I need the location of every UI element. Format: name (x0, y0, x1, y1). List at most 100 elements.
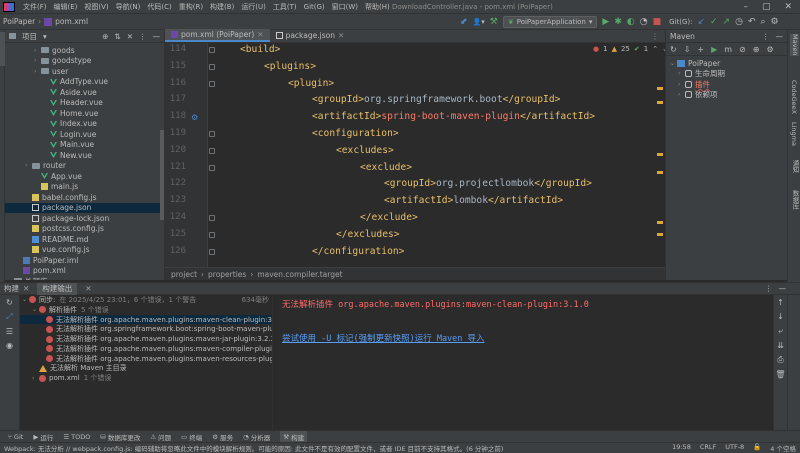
tree-file[interactable]: New.vue (5, 150, 164, 161)
close-icon[interactable]: ✕ (85, 284, 91, 293)
build-sync-row[interactable]: ⌄ 同步: 在 2025/4/25 23:01，6 个错误，1 个警告 634毫… (20, 295, 272, 305)
tree-folder[interactable]: › 外部库 (5, 276, 164, 280)
plugin-error-row[interactable]: 无法解析插件 org.apache.maven.plugins:maven-ja… (20, 334, 272, 344)
generate-sources-icon[interactable]: ⇩ (684, 45, 691, 54)
stop-icon[interactable]: ■ (653, 17, 662, 27)
error-stripe-mark[interactable] (657, 153, 663, 156)
menu-item[interactable]: 构建(B) (210, 2, 234, 12)
eye-icon[interactable]: ◉ (6, 341, 13, 350)
breadcrumb-project[interactable]: PoiPaper (3, 17, 35, 26)
tool-window-button[interactable]: ▶ 运行 (33, 432, 53, 442)
file-encoding[interactable]: UTF-8 (725, 443, 744, 453)
gutter-config-icon[interactable]: ⚙ (191, 113, 198, 122)
error-stripe-mark[interactable] (657, 171, 663, 174)
tool-window-button[interactable]: ⚒ 构建 (280, 430, 308, 443)
tool-window-button[interactable]: ◔ 分析器 (243, 432, 270, 442)
tool-window-button[interactable]: ⚠ 问题 (150, 432, 171, 442)
filter-icon[interactable]: ☰ (6, 327, 13, 336)
project-panel-title[interactable]: 项目 (22, 31, 37, 42)
menu-item[interactable]: 视图(V) (84, 2, 108, 12)
add-icon[interactable]: + (697, 45, 704, 54)
build-output-console[interactable]: 无法解析插件 org.apache.maven.plugins:maven-cl… (273, 295, 773, 430)
fold-marker-icon[interactable] (209, 131, 215, 137)
stripe-notifications[interactable]: 通知 (790, 160, 800, 173)
tab-package-json[interactable]: package.json ✕ (270, 29, 351, 42)
skip-tests-icon[interactable]: ⊕ (753, 45, 760, 54)
tree-file[interactable]: Index.vue (5, 119, 164, 130)
menu-item[interactable]: 文件(F) (23, 2, 47, 12)
fold-marker-icon[interactable] (209, 215, 215, 221)
locate-target-icon[interactable]: ⊕ (102, 32, 108, 41)
tab-build-output[interactable]: 构建输出 (37, 282, 78, 295)
menu-item[interactable]: 工具(T) (273, 2, 297, 12)
git-update-icon[interactable]: ↙ (697, 17, 705, 27)
caret-position[interactable]: 19:58 (672, 443, 691, 453)
maven-tree-plugins[interactable]: › 插件 (670, 79, 787, 90)
print-icon[interactable]: ⎙ (777, 355, 783, 365)
tree-file[interactable]: App.vue (5, 171, 164, 182)
reimport-with-u-link[interactable]: 尝试使用 -U 标记(强制更新快照)运行 Maven 导入 (282, 332, 485, 344)
user-icon[interactable]: 👤▾ (473, 18, 485, 26)
menu-item[interactable]: 窗口(W) (332, 2, 358, 12)
tool-window-button[interactable]: ⚙ 服务 (212, 432, 233, 442)
tree-file[interactable]: vue.config.js (5, 245, 164, 256)
search-icon[interactable]: ⌕ (761, 17, 766, 27)
arrow-up-icon[interactable]: ↑ (777, 298, 784, 307)
error-stripe-mark[interactable] (657, 87, 663, 90)
build-hammer-icon[interactable]: ⚒ (490, 17, 498, 27)
fold-marker-icon[interactable] (209, 147, 215, 154)
tree-file[interactable]: main.js (5, 182, 164, 193)
git-commit-icon[interactable]: ✓ (710, 17, 718, 27)
plugin-error-row[interactable]: 无法解析插件 org.apache.maven.plugins:maven-re… (20, 354, 272, 364)
menu-item[interactable]: 代码(C) (147, 2, 171, 12)
tree-folder[interactable]: › goodstype (5, 56, 164, 67)
menu-item[interactable]: 帮助(H) (365, 2, 390, 12)
options-icon[interactable]: ⋮ (765, 284, 773, 293)
debug-icon[interactable]: ✱ (614, 17, 622, 27)
tree-file[interactable]: Main.vue (5, 140, 164, 151)
toggle-offline-icon[interactable]: ⊘ (739, 45, 746, 54)
lock-icon[interactable]: 🔓 (753, 443, 761, 453)
rerun-icon[interactable]: ↻ (6, 298, 13, 307)
fold-marker-icon[interactable] (209, 231, 215, 238)
tool-window-button[interactable]: ⛁ 数据库更改 (100, 432, 140, 442)
code-editor[interactable]: 114 115 116 117 118 119 120 121 122 123 124 125 126 … (165, 43, 665, 267)
tree-file[interactable]: AddType.vue (5, 77, 164, 88)
tree-scrollbar[interactable] (160, 130, 164, 220)
fold-marker-icon[interactable] (209, 63, 215, 70)
tab-pom-xml[interactable]: pom.xml (PoiPaper) ✕ (165, 29, 270, 42)
plugin-error-row[interactable]: 无法解析插件 org.apache.maven.plugins:maven-co… (20, 344, 272, 354)
inspection-widget[interactable]: ● 1 ▲ 25 ✔ 1 ⌃ ⌄ (593, 45, 665, 53)
menu-item[interactable]: 重构(R) (179, 2, 203, 12)
fold-marker-icon[interactable] (209, 164, 215, 171)
tree-file[interactable]: postcss.config.js (5, 224, 164, 235)
tree-file[interactable]: package-lock.json (5, 213, 164, 224)
menu-item[interactable]: 导航(N) (116, 2, 141, 12)
tree-file[interactable]: PoiPaper.iml (5, 255, 164, 266)
pom-error-row[interactable]: › pom.xml 1 个错误 (20, 373, 272, 383)
profiler-icon[interactable]: ◔ (640, 17, 648, 27)
menu-item[interactable]: Git(G) (304, 3, 325, 11)
tab-close-icon[interactable]: ✕ (257, 30, 263, 39)
tree-file[interactable]: babel.config.js (5, 192, 164, 203)
error-stripe-mark[interactable] (657, 101, 663, 104)
tree-file[interactable]: pom.xml (5, 266, 164, 277)
tool-window-button[interactable]: ☰ TODO (63, 433, 90, 441)
menu-item[interactable]: 编辑(E) (54, 2, 78, 12)
plugin-error-row[interactable]: 无法解析插件 org.apache.maven.plugins:maven-cl… (20, 314, 272, 325)
status-message[interactable]: Webpack: 无法分析 // webpack.config.js: 编码辅助… (4, 443, 503, 453)
run-icon[interactable]: ▶ (602, 17, 609, 27)
fold-marker-icon[interactable] (209, 47, 215, 53)
arrow-down-icon[interactable]: ↓ (777, 312, 784, 321)
reload-icon[interactable]: ↻ (670, 45, 677, 54)
plugin-group-row[interactable]: ⌄ 解析插件 5 个错误 (20, 305, 272, 315)
menu-item[interactable]: 运行(U) (241, 2, 266, 12)
settings-gear-icon[interactable]: ⚙ (771, 17, 779, 27)
settings-icon[interactable]: ⚙ (766, 45, 773, 54)
run-goal-icon[interactable]: ▶ (711, 45, 717, 54)
close-icon[interactable]: ✕ (23, 284, 29, 293)
options-icon[interactable]: ⋮ (762, 32, 770, 41)
chevron-down-icon[interactable]: ▾ (43, 32, 47, 41)
tree-folder[interactable]: › goods (5, 45, 164, 56)
tool-window-button[interactable]: ⑂ Git (8, 433, 23, 441)
